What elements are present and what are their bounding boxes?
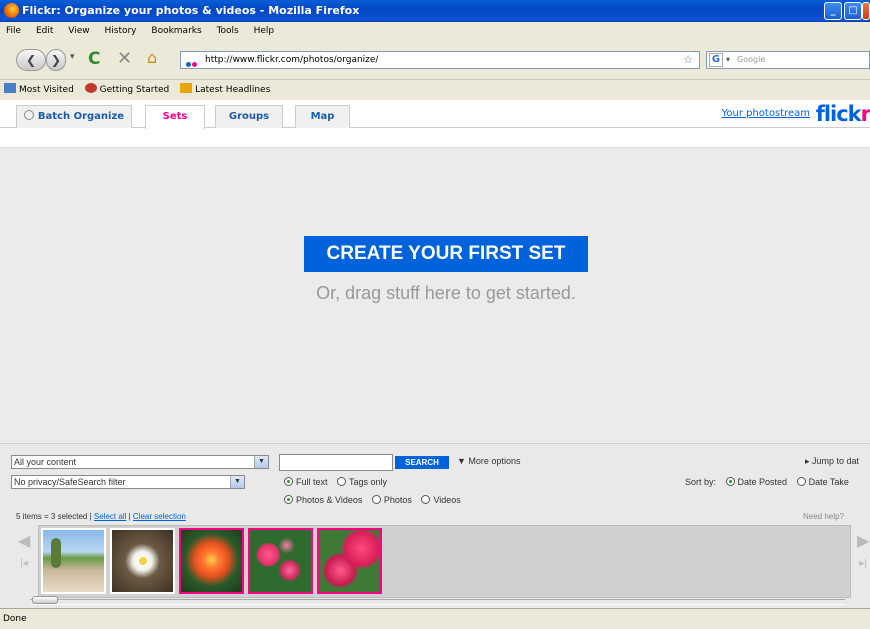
content-filter-select[interactable]: All your content ▼ (11, 455, 269, 469)
tab-batch-organize[interactable]: Batch Organize (16, 105, 132, 128)
privacy-filter-select[interactable]: No privacy/SafeSearch filter ▼ (11, 475, 245, 489)
tab-map[interactable]: Map (295, 105, 350, 128)
radio-icon[interactable] (284, 495, 293, 504)
sort-date-posted-option[interactable]: Date Posted (725, 477, 787, 487)
more-options-link[interactable]: ▼ More options (457, 456, 520, 466)
status-text: Done (3, 614, 27, 624)
tab-groups[interactable]: Groups (215, 105, 283, 128)
firefox-icon (84, 83, 97, 93)
chevron-down-icon[interactable]: ▼ (254, 456, 268, 468)
videos-option[interactable]: Videos (421, 495, 461, 505)
status-bar: Done (0, 608, 870, 629)
sort-options: Sort by: Date Posted Date Take (685, 477, 856, 487)
scroll-end-icon[interactable]: ▸| (859, 558, 867, 569)
photo-strip (38, 525, 851, 598)
search-placeholder: Google (737, 55, 766, 64)
radio-icon[interactable] (337, 477, 347, 486)
browser-window: Flickr: Organize your photos & videos - … (0, 0, 870, 629)
tab-sets[interactable]: Sets (145, 105, 205, 129)
firefox-icon (4, 3, 19, 18)
thumbnail[interactable] (317, 528, 382, 594)
most-visited-icon (4, 83, 16, 93)
stop-icon[interactable]: ✕ (117, 48, 132, 69)
bookmarks-toolbar: Most Visited Getting Started Latest Head… (0, 80, 870, 100)
forward-button[interactable]: ❯ (46, 49, 66, 71)
drag-hint: Or, drag stuff here to get started. (316, 283, 576, 303)
maximize-button[interactable]: □ (844, 2, 862, 20)
chevron-down-icon[interactable]: ▼ (230, 476, 244, 488)
media-type-options: Photos & Videos Photos Videos (284, 495, 468, 505)
photos-and-videos-option[interactable]: Photos & Videos (284, 495, 362, 505)
menu-file[interactable]: File (0, 22, 27, 40)
triangle-right-icon: ▸ (805, 456, 813, 466)
create-set-button[interactable]: CREATE YOUR FIRST SET (304, 236, 588, 272)
navigation-toolbar: ❮ ❯ ▾ C ✕ ⌂ http://www.flickr.com/photos… (0, 40, 870, 80)
address-text: http://www.flickr.com/photos/organize/ (205, 55, 379, 65)
organizer-tabs: Batch Organize Sets Groups Map Your phot… (0, 100, 870, 129)
radio-icon[interactable] (421, 495, 431, 504)
menu-bar: File Edit View History Bookmarks Tools H… (0, 22, 870, 40)
thumbnail[interactable] (41, 528, 106, 594)
radio-icon[interactable] (725, 477, 735, 486)
sort-label: Sort by: (685, 477, 717, 487)
menu-tools[interactable]: Tools (211, 22, 245, 40)
need-help-link[interactable]: Need help? (803, 512, 844, 521)
search-input[interactable] (279, 454, 393, 471)
radio-icon[interactable] (284, 477, 293, 486)
history-dropdown-icon[interactable]: ▾ (70, 52, 75, 62)
selection-info: 5 items = 3 selected | Select all | Clea… (16, 512, 186, 521)
rss-icon (180, 83, 193, 93)
search-engine-dropdown-icon[interactable]: ▾ (726, 52, 730, 68)
menu-view[interactable]: View (62, 22, 95, 40)
menu-bookmarks[interactable]: Bookmarks (145, 22, 207, 40)
menu-edit[interactable]: Edit (30, 22, 59, 40)
google-icon[interactable]: G (709, 53, 723, 67)
bookmark-latest-headlines[interactable]: Latest Headlines (176, 80, 274, 100)
bookmark-most-visited[interactable]: Most Visited (0, 80, 78, 100)
radio-icon[interactable] (371, 495, 381, 504)
full-text-option[interactable]: Full text (284, 477, 328, 487)
menu-help[interactable]: Help (248, 22, 281, 40)
jump-to-date-link[interactable]: ▸ Jump to dat (805, 456, 859, 467)
tray-scrollbar[interactable] (30, 596, 845, 605)
flickr-favicon-icon (186, 57, 200, 67)
radio-icon[interactable] (796, 477, 806, 486)
bookmark-getting-started[interactable]: Getting Started (81, 80, 174, 100)
flower-center-icon (139, 557, 147, 565)
batch-organize-icon (23, 110, 34, 120)
triangle-down-icon: ▼ (457, 456, 469, 466)
text-search-options: Full text Tags only (284, 477, 394, 487)
thumbnail[interactable] (248, 528, 313, 594)
thumbnail[interactable] (110, 528, 175, 594)
scroll-thumb[interactable] (32, 596, 58, 604)
clear-selection-link[interactable]: Clear selection (133, 512, 186, 521)
back-button[interactable]: ❮ (16, 49, 46, 71)
scroll-left-icon[interactable]: ◀ |◂ (18, 532, 30, 592)
tags-only-option[interactable]: Tags only (337, 477, 387, 487)
scroll-right-icon[interactable]: ▶ ▸| (857, 532, 869, 592)
reload-icon[interactable]: C (88, 49, 100, 69)
window-title: Flickr: Organize your photos & videos - … (22, 4, 360, 17)
page-content: Batch Organize Sets Groups Map Your phot… (0, 100, 870, 608)
palm-tree-icon (51, 538, 61, 568)
menu-history[interactable]: History (98, 22, 142, 40)
home-icon[interactable]: ⌂ (147, 48, 157, 67)
minimize-button[interactable]: _ (824, 2, 842, 20)
title-bar: Flickr: Organize your photos & videos - … (0, 0, 870, 22)
photos-option[interactable]: Photos (371, 495, 412, 505)
close-button[interactable] (862, 2, 870, 20)
address-bar[interactable]: http://www.flickr.com/photos/organize/ ☆… (180, 51, 711, 69)
photo-tray: All your content ▼ No privacy/SafeSearch… (0, 443, 870, 608)
set-drop-area[interactable]: CREATE YOUR FIRST SET Or, drag stuff her… (0, 147, 870, 443)
search-box[interactable]: G ▾ Google (706, 51, 870, 69)
search-button[interactable]: SEARCH (395, 456, 449, 469)
sort-date-taken-option[interactable]: Date Take (796, 477, 849, 487)
photostream-link[interactable]: Your photostream (722, 108, 810, 119)
select-all-link[interactable]: Select all (94, 512, 126, 521)
flickr-logo[interactable]: flickr (816, 102, 870, 126)
scroll-start-icon[interactable]: |◂ (20, 558, 28, 569)
thumbnail[interactable] (179, 528, 244, 594)
bookmark-star-icon[interactable]: ☆ (683, 52, 693, 68)
